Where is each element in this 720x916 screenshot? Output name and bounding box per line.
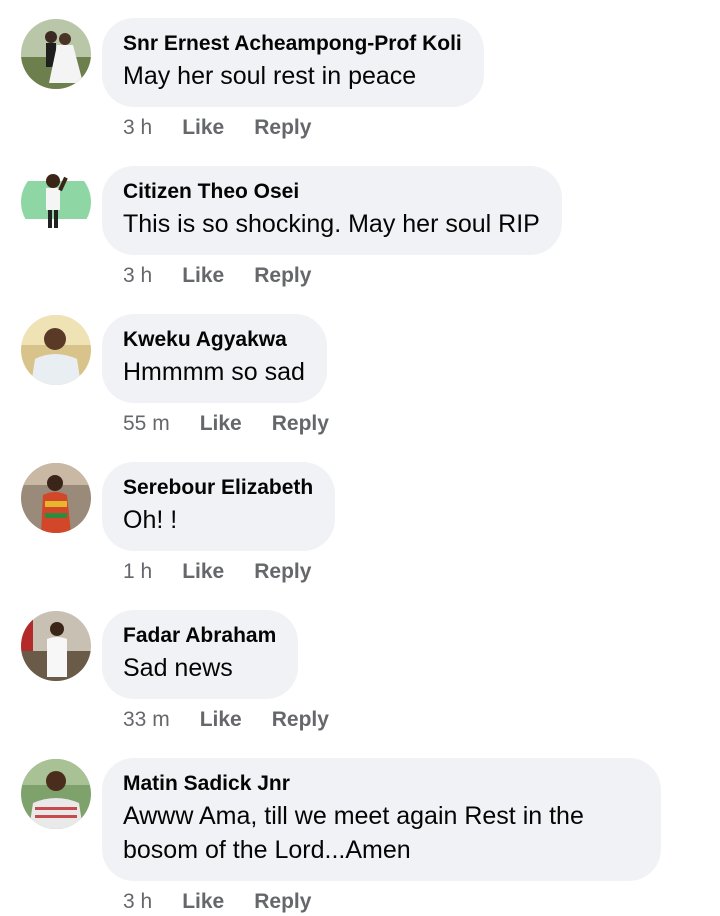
comment-actions: 1 h Like Reply (123, 558, 311, 586)
comment-timestamp[interactable]: 3 h (123, 264, 152, 288)
like-button[interactable]: Like (182, 264, 224, 288)
comment-timestamp[interactable]: 33 m (123, 708, 170, 732)
comment-bubble: Snr Ernest Acheampong-Prof Koli May her … (102, 18, 484, 107)
like-button[interactable]: Like (200, 708, 242, 732)
photo-bride-groom-icon (21, 19, 91, 89)
reply-button[interactable]: Reply (254, 264, 311, 288)
comment-actions: 55 m Like Reply (123, 410, 329, 438)
comment-text: Sad news (123, 654, 233, 682)
comment-actions: 3 h Like Reply (123, 262, 311, 290)
comment-bubble: Fadar Abraham Sad news (102, 610, 299, 699)
like-button[interactable]: Like (200, 412, 242, 436)
comment-author[interactable]: Kweku Agyakwa (123, 327, 305, 353)
comment-author[interactable]: Citizen Theo Osei (123, 179, 540, 205)
avatar-cartoon-icon (21, 167, 91, 237)
comment-timestamp[interactable]: 1 h (123, 560, 152, 584)
avatar[interactable] (21, 759, 91, 829)
photo-man-striped-shirt-icon (21, 759, 91, 829)
comment-author[interactable]: Matin Sadick Jnr (123, 771, 639, 797)
avatar[interactable] (21, 463, 91, 533)
comment-bubble: Citizen Theo Osei This is so shocking. M… (102, 166, 562, 255)
comment-text: May her soul rest in peace (123, 62, 417, 90)
comment-actions: 3 h Like Reply (123, 114, 311, 142)
comment-text: Hmmmm so sad (123, 358, 305, 386)
reply-button[interactable]: Reply (272, 412, 329, 436)
reply-button[interactable]: Reply (272, 708, 329, 732)
reply-button[interactable]: Reply (254, 116, 311, 140)
comments-section: Snr Ernest Acheampong-Prof Koli May her … (0, 0, 720, 914)
photo-man-white-shirt-icon (21, 315, 91, 385)
like-button[interactable]: Like (182, 116, 224, 140)
comment-actions: 33 m Like Reply (123, 706, 329, 734)
comment-author[interactable]: Snr Ernest Acheampong-Prof Koli (123, 31, 462, 57)
comment-bubble: Kweku Agyakwa Hmmmm so sad (102, 314, 327, 403)
comment-bubble: Matin Sadick Jnr Awww Ama, till we meet … (102, 758, 661, 881)
comment-author[interactable]: Fadar Abraham (123, 623, 276, 649)
reply-button[interactable]: Reply (254, 890, 311, 914)
like-button[interactable]: Like (182, 560, 224, 584)
comment-timestamp[interactable]: 55 m (123, 412, 170, 436)
comment-timestamp[interactable]: 3 h (123, 890, 152, 914)
avatar[interactable] (21, 611, 91, 681)
comment-author[interactable]: Serebour Elizabeth (123, 475, 313, 501)
comment-text: This is so shocking. May her soul RIP (123, 210, 540, 238)
avatar[interactable] (21, 167, 91, 237)
comment-text: Awww Ama, till we meet again Rest in the… (123, 802, 584, 864)
comment-actions: 3 h Like Reply (123, 888, 311, 916)
like-button[interactable]: Like (182, 890, 224, 914)
avatar[interactable] (21, 19, 91, 89)
photo-man-white-suit-icon (21, 611, 91, 681)
photo-woman-kente-icon (21, 463, 91, 533)
comment-text: Oh! ! (123, 506, 178, 534)
comment-bubble: Serebour Elizabeth Oh! ! (102, 462, 336, 551)
comment-timestamp[interactable]: 3 h (123, 116, 152, 140)
avatar[interactable] (21, 315, 91, 385)
reply-button[interactable]: Reply (254, 560, 311, 584)
